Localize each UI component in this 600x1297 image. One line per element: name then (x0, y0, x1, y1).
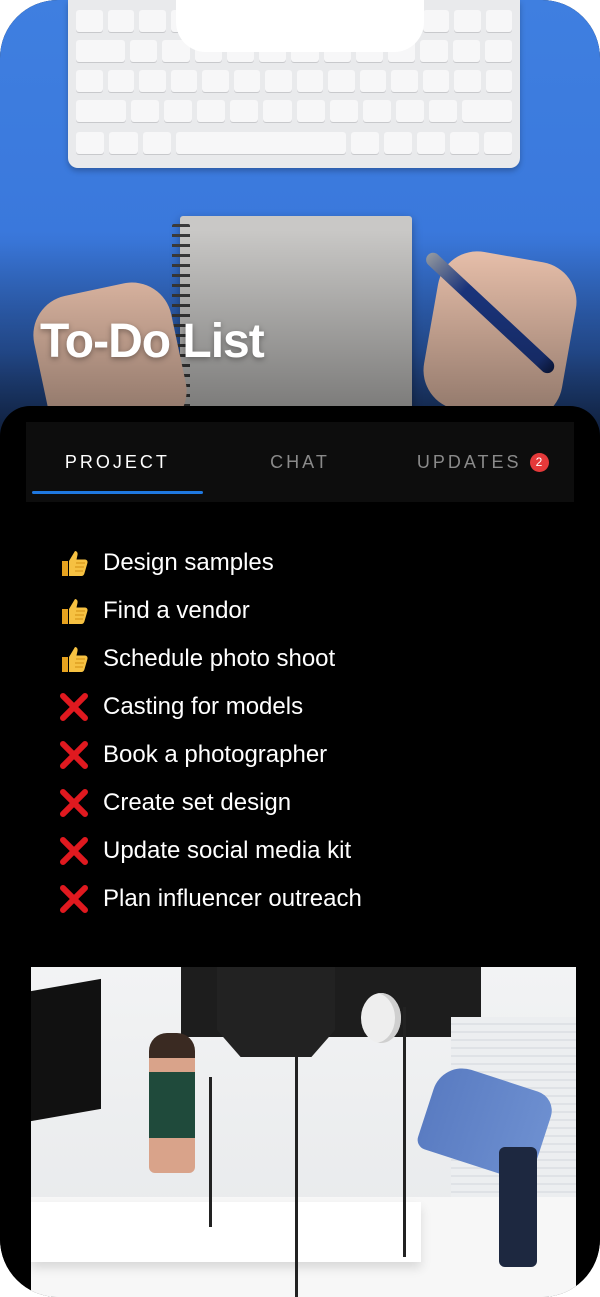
tab-project-label: PROJECT (64, 451, 170, 472)
device-notch (176, 0, 424, 52)
page-title: To-Do List (40, 315, 265, 368)
content-panel: PROJECT CHAT UPDATES 2 Design samples Fi… (0, 406, 600, 1297)
todo-item[interactable]: Update social media kit (56, 827, 362, 875)
todo-item-label: Book a photographer (103, 741, 328, 768)
todo-item[interactable]: Book a photographer (56, 731, 362, 779)
todo-item-label: Schedule photo shoot (103, 645, 336, 672)
thumbs-up-icon (56, 545, 92, 581)
todo-item[interactable]: Find a vendor (56, 587, 362, 635)
cross-mark-icon (56, 785, 92, 821)
active-tab-indicator (32, 491, 203, 494)
hero-image: To-Do List (0, 0, 600, 440)
todo-item[interactable]: Create set design (56, 779, 362, 827)
todo-item-label: Plan influencer outreach (103, 885, 362, 912)
model-figure (149, 1033, 195, 1173)
todo-item-label: Casting for models (103, 693, 304, 720)
tab-chat[interactable]: CHAT (209, 422, 392, 502)
todo-item[interactable]: Schedule photo shoot (56, 635, 362, 683)
todo-item-label: Find a vendor (103, 597, 250, 624)
todo-item-label: Update social media kit (103, 837, 352, 864)
notification-badge: 2 (529, 452, 549, 472)
todo-item[interactable]: Casting for models (56, 683, 362, 731)
tab-updates-label: UPDATES (416, 451, 522, 472)
todo-item-label: Create set design (103, 789, 292, 816)
cross-mark-icon (56, 689, 92, 725)
todo-item-label: Design samples (103, 549, 274, 576)
tab-updates[interactable]: UPDATES 2 (391, 422, 574, 502)
thumbs-up-icon (56, 593, 92, 629)
todo-list: Design samples Find a vendor Schedule ph… (56, 539, 362, 923)
todo-item[interactable]: Design samples (56, 539, 362, 587)
todo-item[interactable]: Plan influencer outreach (56, 875, 362, 923)
cross-mark-icon (56, 737, 92, 773)
studio-photo (31, 967, 576, 1297)
cross-mark-icon (56, 833, 92, 869)
phone-frame: To-Do List PROJECT CHAT UPDATES 2 Design… (0, 0, 600, 1297)
thumbs-up-icon (56, 641, 92, 677)
tab-bar: PROJECT CHAT UPDATES 2 (26, 422, 574, 502)
tab-project[interactable]: PROJECT (26, 422, 209, 502)
cross-mark-icon (56, 881, 92, 917)
tab-chat-label: CHAT (270, 451, 330, 472)
